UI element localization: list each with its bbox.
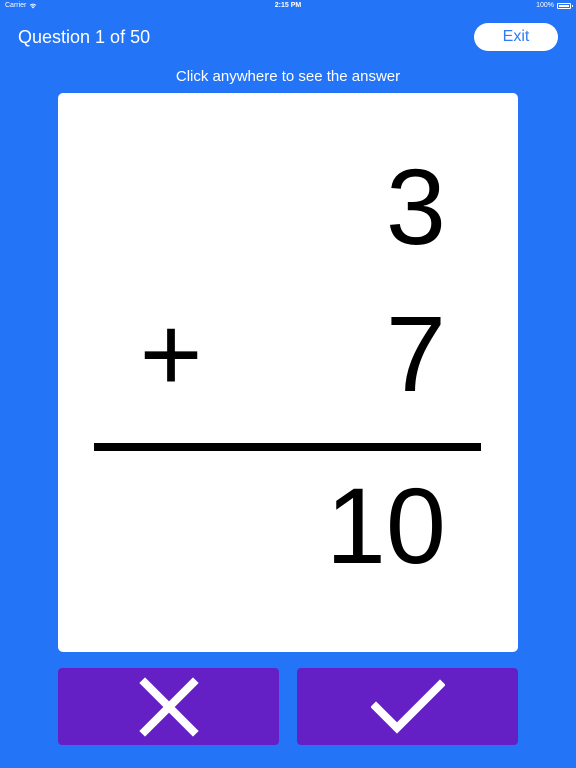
top-operand: 3 (385, 146, 446, 267)
correct-answer-button[interactable] (297, 668, 518, 745)
close-x-icon (138, 676, 199, 737)
wrong-answer-button[interactable] (58, 668, 279, 745)
hint-text: Click anywhere to see the answer (175, 68, 401, 85)
status-time: 2:15 PM (274, 2, 302, 9)
bottom-operand: 7 (385, 293, 446, 414)
status-bar: Carrier 2:15 PM 100% (0, 0, 576, 12)
operator-sign: + (139, 293, 203, 414)
battery-icon (557, 3, 573, 9)
answer-line (94, 443, 481, 451)
status-right: 100% (536, 0, 573, 12)
battery-percent: 100% (536, 2, 554, 9)
flash-card[interactable]: 3 + 7 10 (58, 93, 518, 652)
checkmark-icon (370, 678, 445, 734)
question-counter: Question 1 of 50 (18, 27, 151, 47)
answer-value: 10 (325, 465, 446, 586)
exit-button[interactable]: Exit (474, 23, 558, 51)
